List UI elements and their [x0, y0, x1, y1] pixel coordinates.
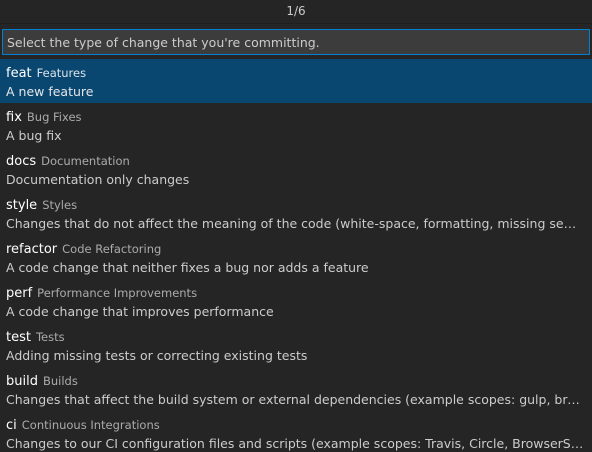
item-label: fix: [6, 110, 22, 125]
list-item-style[interactable]: style Styles Changes that do not affect th…: [0, 191, 592, 235]
item-detail: Changes that affect the build system or …: [6, 392, 586, 407]
item-header: ci Continuous Integrations: [6, 414, 586, 434]
item-label: perf: [6, 286, 33, 301]
item-detail: A code change that improves performance: [6, 304, 274, 319]
list-item-fix[interactable]: fix Bug Fixes A bug fix: [0, 103, 592, 147]
item-detail: Changes to our CI configuration files an…: [6, 436, 586, 451]
item-label: build: [6, 374, 38, 389]
item-detail: Changes that do not affect the meaning o…: [6, 216, 586, 231]
list-item-build[interactable]: build Builds Changes that affect the build…: [0, 367, 592, 411]
item-description: Performance Improvements: [37, 286, 198, 300]
item-header: fix Bug Fixes: [6, 106, 586, 126]
item-label: ci: [6, 418, 17, 433]
commit-type-list: feat Features A new feature fix Bug Fixes A b…: [0, 59, 592, 452]
list-item-refactor[interactable]: refactor Code Refactoring A code change th…: [0, 235, 592, 279]
item-label: style: [6, 198, 38, 213]
item-header: docs Documentation: [6, 150, 586, 170]
list-item-docs[interactable]: docs Documentation Documentation only chan…: [0, 147, 592, 191]
item-label: test: [6, 330, 31, 345]
list-item-feat[interactable]: feat Features A new feature: [0, 59, 592, 103]
item-header: feat Features: [6, 62, 586, 82]
item-description: Documentation: [41, 154, 130, 168]
item-header: build Builds: [6, 370, 586, 390]
item-label: docs: [6, 154, 37, 169]
item-description: Builds: [42, 374, 78, 388]
item-label: feat: [6, 66, 32, 81]
commit-type-input[interactable]: [2, 29, 590, 55]
input-container: [0, 24, 592, 59]
item-header: style Styles: [6, 194, 586, 214]
item-description: Features: [36, 66, 87, 80]
item-detail: Adding missing tests or correcting exist…: [6, 348, 308, 363]
item-header: refactor Code Refactoring: [6, 238, 586, 258]
item-detail: Documentation only changes: [6, 172, 190, 187]
item-description: Code Refactoring: [62, 242, 162, 256]
list-item-ci[interactable]: ci Continuous Integrations Changes to our …: [0, 411, 592, 452]
list-item-test[interactable]: test Tests Adding missing tests or correct…: [0, 323, 592, 367]
item-detail: A bug fix: [6, 128, 62, 143]
item-detail: A code change that neither fixes a bug n…: [6, 260, 369, 275]
item-description: Continuous Integrations: [21, 418, 160, 432]
quick-pick-widget: 1/6 feat Features A new feature fix Bug Fixe…: [0, 0, 592, 452]
item-detail: A new feature: [6, 84, 94, 99]
item-description: Styles: [42, 198, 78, 212]
item-header: test Tests: [6, 326, 586, 346]
list-item-perf[interactable]: perf Performance Improvements A code chang…: [0, 279, 592, 323]
item-label: refactor: [6, 242, 58, 257]
item-header: perf Performance Improvements: [6, 282, 586, 302]
item-description: Bug Fixes: [26, 110, 82, 124]
item-description: Tests: [35, 330, 65, 344]
step-counter: 1/6: [0, 0, 592, 24]
